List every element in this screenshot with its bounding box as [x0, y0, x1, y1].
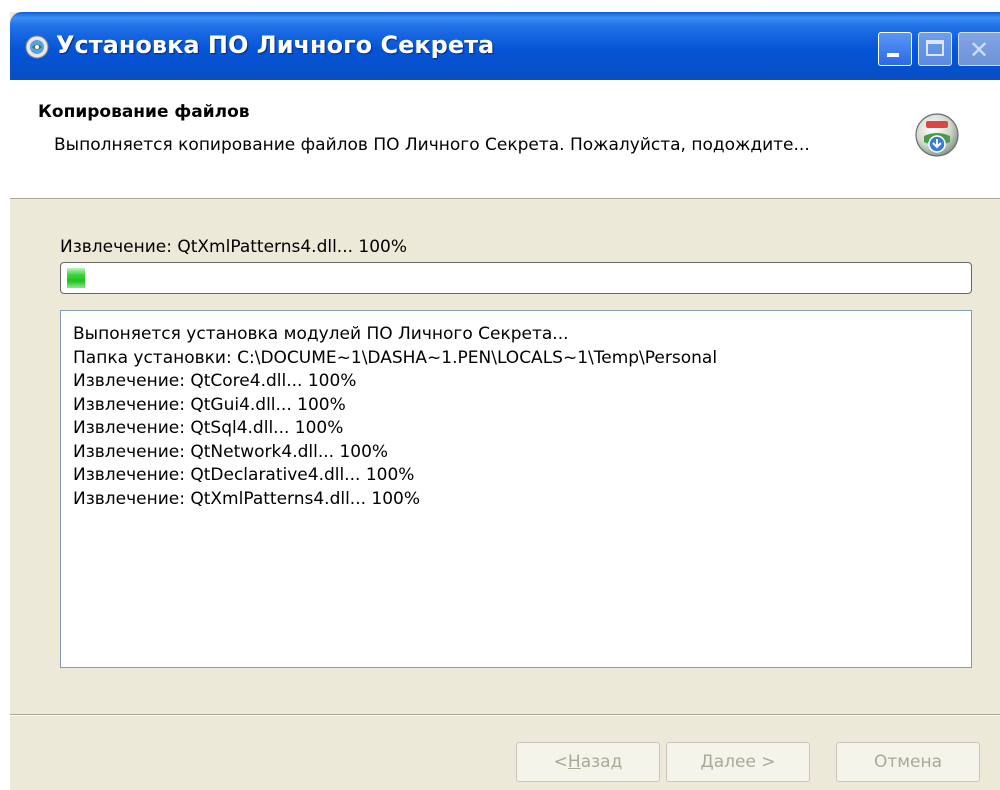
- next-button[interactable]: Далее >: [666, 742, 810, 782]
- log-line: Извлечение: QtDeclarative4.dll... 100%: [73, 465, 415, 485]
- log-line: Извлечение: QtNetwork4.dll... 100%: [73, 441, 389, 462]
- minimize-icon: [887, 53, 899, 57]
- log-line: Извлечение: QtSql4.dll... 100%: [73, 418, 344, 438]
- back-button-prefix: <: [553, 752, 568, 772]
- wizard-header: Копирование файлов Выполняется копирован…: [10, 80, 1000, 199]
- close-button[interactable]: ✕: [958, 32, 1000, 66]
- progress-status-text: Извлечение: QtXmlPatterns4.dll... 100%: [60, 237, 408, 257]
- desktop-edge: [0, 0, 10, 790]
- log-line: Извлечение: QtGui4.dll... 100%: [73, 394, 346, 415]
- log-line: Извлечение: QtCore4.dll... 100%: [73, 371, 357, 391]
- back-button-label: азад: [580, 752, 623, 772]
- log-line: Извлечение: QtXmlPatterns4.dll... 100%: [73, 488, 421, 509]
- installer-disc-icon: [915, 113, 959, 157]
- shield-globe-icon: [25, 35, 49, 59]
- details-log[interactable]: Выпоняется установка модулей ПО Личного …: [60, 310, 972, 668]
- cancel-button-label: Отмена: [873, 752, 943, 772]
- window-title: Установка ПО Личного Секрета: [56, 31, 495, 59]
- page-description: Выполняется копирование файлов ПО Личног…: [54, 135, 810, 155]
- next-button-mnemonic: Д: [700, 752, 714, 772]
- back-button-mnemonic: Н: [567, 752, 581, 772]
- progress-bar: [60, 262, 972, 294]
- installer-window: Установка ПО Личного Секрета ✕ Копирован…: [10, 12, 1000, 790]
- page-title: Копирование файлов: [38, 102, 250, 122]
- close-icon: ✕: [969, 36, 990, 64]
- back-button[interactable]: < Назад: [516, 742, 660, 782]
- maximize-icon: [926, 40, 944, 56]
- maximize-button[interactable]: [918, 32, 952, 66]
- footer-divider: [10, 714, 1000, 716]
- minimize-button[interactable]: [878, 32, 912, 66]
- log-line: Выпоняется установка модулей ПО Личного …: [73, 324, 569, 344]
- title-bar[interactable]: Установка ПО Личного Секрета ✕: [10, 12, 1000, 80]
- cancel-button[interactable]: Отмена: [836, 742, 980, 782]
- next-button-label: алее >: [713, 752, 776, 772]
- progress-bar-fill: [67, 268, 85, 288]
- log-line: Папка установки: C:\DOCUME~1\DASHA~1.PEN…: [73, 347, 718, 368]
